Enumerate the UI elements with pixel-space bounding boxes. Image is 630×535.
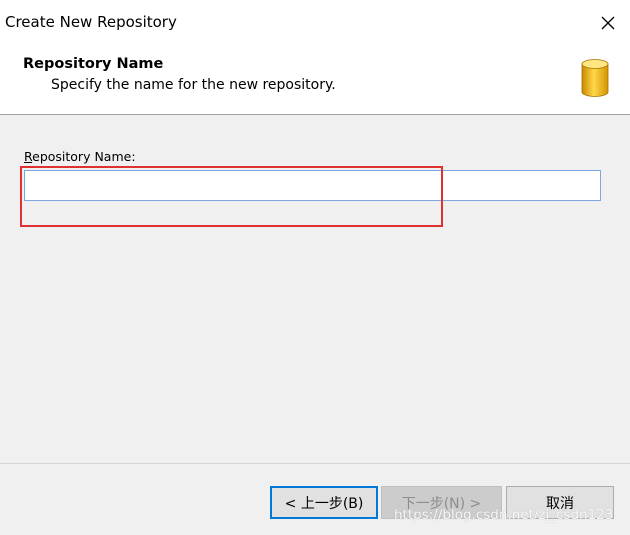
close-icon — [601, 16, 615, 30]
next-button[interactable]: 下一步(N) > — [381, 486, 502, 519]
window-title: Create New Repository — [5, 13, 177, 31]
title-bar: Create New Repository — [0, 0, 630, 46]
wizard-header: Repository Name Specify the name for the… — [0, 46, 630, 115]
label-text: epository Name: — [32, 149, 136, 164]
back-button[interactable]: < 上一步(B) — [270, 486, 378, 519]
close-button[interactable] — [590, 8, 626, 38]
page-subtitle: Specify the name for the new repository. — [51, 77, 336, 93]
database-icon — [581, 59, 609, 97]
cancel-button[interactable]: 取消 — [506, 486, 614, 519]
footer-divider — [0, 463, 630, 464]
repository-name-label: Repository Name: — [24, 149, 136, 164]
page-title: Repository Name — [23, 56, 164, 72]
label-accelerator: R — [24, 149, 33, 164]
repository-name-input[interactable] — [24, 170, 601, 201]
